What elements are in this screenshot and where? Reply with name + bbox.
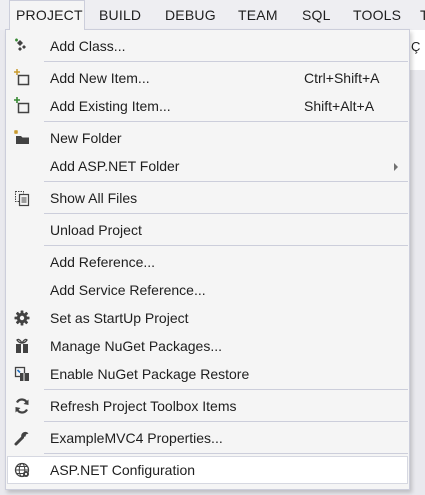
menu-item-label: ASP.NET Configuration [50, 462, 196, 478]
menu-tools[interactable]: TOOLS [347, 0, 407, 30]
nuget-package-icon [13, 337, 31, 355]
shortcut-text: Shift+Alt+A [304, 98, 375, 114]
menu-item-label: New Folder [50, 130, 122, 146]
menu-separator [44, 453, 408, 454]
menu-item-label: Add Service Reference... [50, 282, 206, 298]
menu-item-enable-nuget-restore[interactable]: Enable NuGet Package Restore [7, 360, 408, 388]
menu-separator [44, 121, 408, 122]
menu-item-set-startup-project[interactable]: Set as StartUp Project [7, 304, 408, 332]
menu-item-add-service-reference[interactable]: Add Service Reference... [7, 276, 408, 304]
menu-sql[interactable]: SQL [296, 0, 337, 30]
shortcut-text: Ctrl+Shift+A [304, 70, 380, 86]
new-folder-icon [13, 129, 31, 147]
add-new-item-icon [13, 69, 31, 87]
gear-icon [13, 309, 31, 327]
add-class-icon [13, 37, 31, 55]
menu-separator [44, 61, 408, 62]
menu-item-label: Show All Files [50, 190, 138, 206]
menu-item-manage-nuget-packages[interactable]: Manage NuGet Packages... [7, 332, 408, 360]
menu-item-label: Add Class... [50, 38, 126, 54]
menu-item-label: Unload Project [50, 222, 142, 238]
background-window-edge: Ç [409, 30, 425, 70]
menu-item-refresh-toolbox-items[interactable]: Refresh Project Toolbox Items [7, 392, 408, 420]
show-all-files-icon [13, 189, 31, 207]
menu-item-add-new-item[interactable]: Add New Item... Ctrl+Shift+A [7, 64, 408, 92]
menu-debug[interactable]: DEBUG [159, 0, 222, 30]
package-restore-icon [13, 365, 31, 383]
menu-project[interactable]: PROJECT [9, 0, 85, 30]
menu-separator [44, 421, 408, 422]
menu-item-label: Manage NuGet Packages... [50, 338, 222, 354]
menu-separator [44, 181, 408, 182]
add-existing-item-icon [13, 97, 31, 115]
menu-item-show-all-files[interactable]: Show All Files [7, 184, 408, 212]
menu-item-label: Add Existing Item... [50, 98, 171, 114]
menu-item-add-existing-item[interactable]: Add Existing Item... Shift+Alt+A [7, 92, 408, 120]
menu-item-unload-project[interactable]: Unload Project [7, 216, 408, 244]
menu-item-label: Enable NuGet Package Restore [50, 366, 250, 382]
menu-item-project-properties[interactable]: ExampleMVC4 Properties... [7, 424, 408, 452]
menu-item-new-folder[interactable]: New Folder [7, 124, 408, 152]
globe-config-icon [13, 461, 31, 479]
menu-separator [44, 389, 408, 390]
menu-build[interactable]: BUILD [93, 0, 147, 30]
menu-item-label: Add Reference... [50, 254, 156, 270]
menu-bar: PROJECT BUILD DEBUG TEAM SQL TOOLS T [0, 0, 425, 30]
menu-item-label: Refresh Project Toolbox Items [50, 398, 237, 414]
menu-overflow[interactable]: T [414, 0, 425, 30]
menu-item-label: Add ASP.NET Folder [50, 158, 180, 174]
submenu-arrow-icon [394, 163, 398, 171]
refresh-icon [13, 397, 31, 415]
menu-item-aspnet-configuration[interactable]: ASP.NET Configuration [7, 456, 408, 484]
menu-item-label: ExampleMVC4 Properties... [50, 430, 223, 446]
menu-team[interactable]: TEAM [232, 0, 284, 30]
menu-item-add-class[interactable]: Add Class... [7, 32, 408, 60]
project-menu-dropdown: Add Class... Add New Item... Ctrl+Shift+… [5, 29, 410, 490]
menu-item-add-reference[interactable]: Add Reference... [7, 248, 408, 276]
menu-item-label: Add New Item... [50, 70, 150, 86]
menu-item-add-aspnet-folder[interactable]: Add ASP.NET Folder [7, 152, 408, 180]
menu-separator [44, 245, 408, 246]
menu-separator [44, 213, 408, 214]
background-text-fragment: Ç [411, 39, 421, 54]
wrench-icon [13, 429, 31, 447]
menu-item-label: Set as StartUp Project [50, 310, 189, 326]
